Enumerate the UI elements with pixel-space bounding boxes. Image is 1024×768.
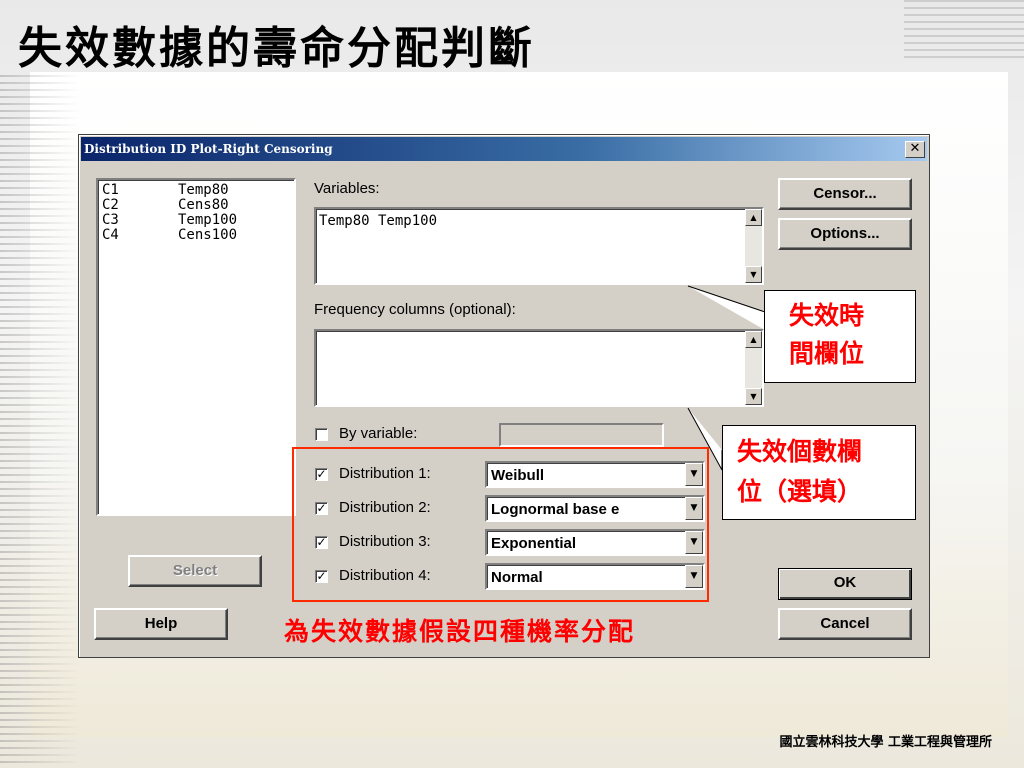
column-list[interactable]: C1 Temp80 C2 Cens80 C3 Temp100 C4 Cens100 <box>96 178 296 516</box>
frequency-callout-line-1: 失效個數欄 <box>737 437 863 466</box>
list-item[interactable]: C4 Cens100 <box>102 227 237 243</box>
column-id: C1 <box>102 182 119 198</box>
column-name: Temp80 <box>178 182 229 198</box>
scroll-up-icon[interactable]: ▲ <box>745 331 762 348</box>
select-button[interactable]: Select <box>128 555 262 587</box>
decorative-stripes-right <box>904 0 1024 60</box>
by-variable-checkbox[interactable] <box>315 428 328 441</box>
scroll-up-icon[interactable]: ▲ <box>745 209 762 226</box>
list-item[interactable]: C2 Cens80 <box>102 197 229 213</box>
scroll-down-icon[interactable]: ▼ <box>745 266 762 283</box>
variables-callout-line-1: 失效時 <box>789 301 865 330</box>
variables-callout-line-2: 間欄位 <box>789 339 865 368</box>
frequency-callout-line-2: 位（選填） <box>737 477 863 506</box>
frequency-scrollbar[interactable]: ▲ ▼ <box>745 331 762 405</box>
censor-button[interactable]: Censor... <box>778 178 912 210</box>
column-name: Temp100 <box>178 212 238 228</box>
frequency-callout: 失效個數欄 位（選填） <box>722 425 916 520</box>
scroll-down-icon[interactable]: ▼ <box>745 388 762 405</box>
list-item[interactable]: C3 Temp100 <box>102 212 237 228</box>
column-name: Cens100 <box>178 227 238 243</box>
options-button[interactable]: Options... <box>778 218 912 250</box>
list-item[interactable]: C1 Temp80 <box>102 182 229 198</box>
ok-button[interactable]: OK <box>778 568 912 600</box>
help-button[interactable]: Help <box>94 608 228 640</box>
dialog-title: Distribution ID Plot-Right Censoring <box>84 142 333 156</box>
dialog-titlebar[interactable]: Distribution ID Plot-Right Censoring ✕ <box>81 137 927 161</box>
column-id: C3 <box>102 212 119 228</box>
frequency-input[interactable]: ▲ ▼ <box>314 329 764 407</box>
variables-value: Temp80 Temp100 <box>319 213 438 229</box>
column-id: C4 <box>102 227 119 243</box>
cancel-button[interactable]: Cancel <box>778 608 912 640</box>
column-id: C2 <box>102 197 119 213</box>
slide-title: 失效數據的壽命分配判斷 <box>18 23 535 74</box>
variables-label: Variables: <box>314 180 380 197</box>
by-variable-label: By variable: <box>339 425 418 442</box>
close-icon[interactable]: ✕ <box>905 141 925 158</box>
decorative-stripes-left <box>0 75 80 768</box>
by-variable-field[interactable] <box>499 423 664 447</box>
variables-scrollbar[interactable]: ▲ ▼ <box>745 209 762 283</box>
column-name: Cens80 <box>178 197 229 213</box>
frequency-label: Frequency columns (optional): <box>314 301 516 318</box>
variables-input[interactable]: Temp80 Temp100 ▲ ▼ <box>314 207 764 285</box>
variables-callout: 失效時 間欄位 <box>764 290 916 383</box>
distribution-note: 為失效數據假設四種機率分配 <box>284 617 636 646</box>
distribution-highlight-frame <box>292 447 709 602</box>
footer-institution: 國立雲林科技大學 工業工程與管理所 <box>779 735 992 750</box>
